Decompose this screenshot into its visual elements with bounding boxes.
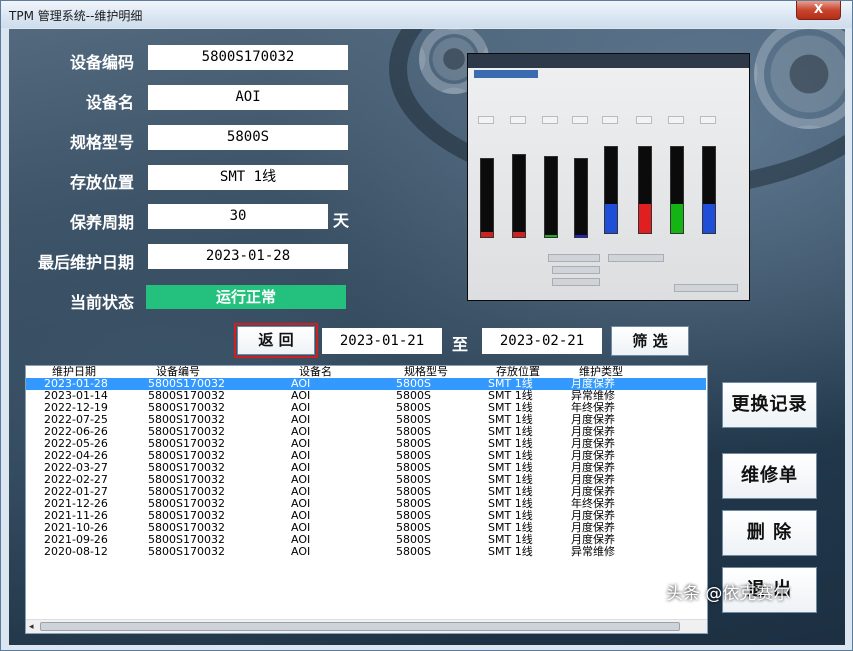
table-cell: 2020-08-12 [44, 545, 108, 558]
repair-order-button[interactable]: 维修单 [722, 453, 817, 499]
back-button[interactable]: 返 回 [234, 323, 318, 358]
photo-gauge-cap [668, 116, 684, 124]
photo-gauge [512, 154, 526, 238]
status-badge: 运行正常 [146, 285, 346, 309]
photo-gauge [480, 158, 494, 238]
device-code-label: 设备编码 [69, 53, 134, 72]
horizontal-scrollbar[interactable]: ◂ [26, 619, 707, 633]
app-window: TPM 管理系统--维护明细 X 设备编码 5800S170032 设备名 AO… [0, 0, 853, 651]
last-date-label: 最后维护日期 [37, 253, 134, 272]
replace-record-button[interactable]: 更换记录 [722, 382, 817, 428]
photo-monitor-bezel [468, 54, 749, 68]
cycle-label: 保养周期 [69, 213, 134, 232]
last-date-field[interactable]: 2023-01-28 [148, 244, 348, 269]
table-cell: 异常维修 [571, 545, 615, 558]
photo-gauge [574, 158, 588, 238]
photo-gauge-cap [572, 116, 588, 124]
title-bar[interactable]: TPM 管理系统--维护明细 X [1, 1, 852, 28]
status-label: 当前状态 [69, 293, 134, 312]
filter-button[interactable]: 筛 选 [611, 326, 689, 356]
photo-panel-controls [478, 254, 738, 294]
cycle-unit: 天 [333, 211, 350, 230]
close-button[interactable]: X [796, 1, 841, 20]
delete-button[interactable]: 删 除 [722, 510, 817, 556]
window-title: TPM 管理系统--维护明细 [9, 9, 143, 23]
location-field[interactable]: SMT 1线 [148, 165, 348, 190]
photo-gauge-cap [542, 116, 558, 124]
table-cell: SMT 1线 [488, 545, 533, 558]
device-code-field[interactable]: 5800S170032 [148, 45, 348, 70]
photo-gauge [604, 146, 618, 234]
device-name-label: 设备名 [85, 93, 134, 112]
table-cell: 5800S170032 [148, 545, 225, 558]
cycle-field[interactable]: 30 [148, 204, 328, 229]
photo-gauge-cap [478, 116, 494, 124]
photo-gauge-cap [636, 116, 652, 124]
table-cell: AOI [291, 545, 311, 558]
date-range-separator: 至 [452, 335, 469, 354]
model-field[interactable]: 5800S [148, 125, 348, 150]
table-cell: 5800S [396, 545, 431, 558]
table-row[interactable]: 2020-08-12 5800S170032 AOI 5800S SMT 1线 异常维修 [26, 546, 706, 558]
scrollbar-thumb[interactable] [40, 622, 680, 631]
watermark-text: 头条 @依克赛尔 [666, 584, 791, 604]
scroll-left-arrow-icon[interactable]: ◂ [29, 622, 34, 632]
photo-gauge [638, 146, 652, 234]
maintenance-record-list[interactable]: 维护日期 设备编号 设备名 规格型号 存放位置 维护类型 2023-01-28 5800S1… [25, 365, 708, 634]
photo-gauge [702, 146, 716, 234]
device-photo [467, 53, 750, 301]
device-name-field[interactable]: AOI [148, 85, 348, 110]
photo-gauge-cap [700, 116, 716, 124]
photo-gauge [544, 156, 558, 238]
end-date-field[interactable]: 2023-02-21 [482, 328, 602, 354]
model-label: 规格型号 [69, 133, 134, 152]
photo-gauge [670, 146, 684, 234]
location-label: 存放位置 [69, 173, 134, 192]
photo-gauge-cap [602, 116, 618, 124]
start-date-field[interactable]: 2023-01-21 [322, 328, 442, 354]
form-client-area: 设备编码 5800S170032 设备名 AOI 规格型号 5800S 存放位置… [9, 29, 845, 645]
photo-title-bar [474, 70, 538, 78]
photo-gauge-cap [510, 116, 526, 124]
